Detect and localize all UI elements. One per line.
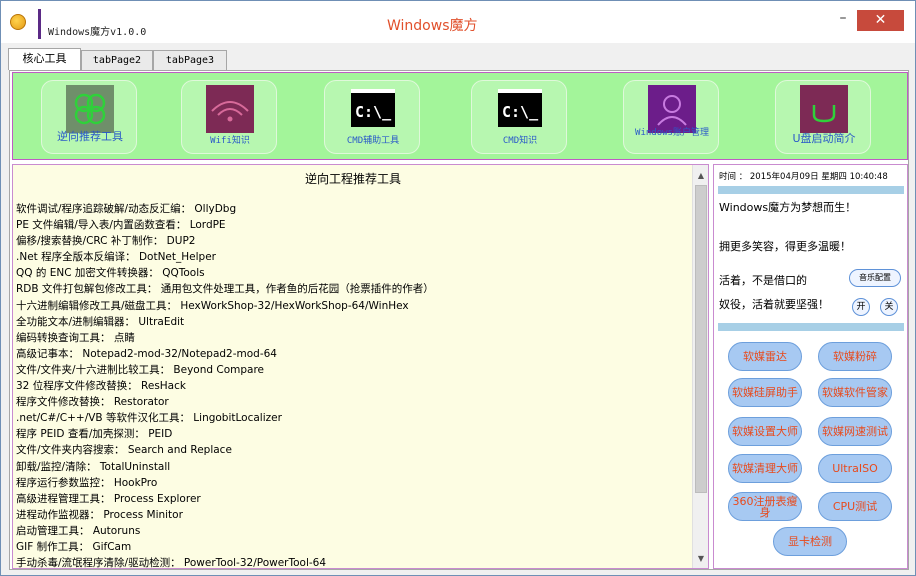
- svg-text:C:\_: C:\_: [355, 103, 392, 121]
- tool-recommendation-panel: 逆向工程推荐工具 软件调试/程序追踪破解/动态反汇编： OllyDbg PE 文件…: [12, 164, 709, 569]
- tool-label: 逆向推荐工具: [57, 130, 123, 143]
- app-center-title: Windows魔方: [387, 18, 478, 34]
- music-on-button[interactable]: 开: [852, 298, 870, 316]
- tool-list: 软件调试/程序追踪破解/动态反汇编： OllyDbg PE 文件编辑/导入表/内置…: [16, 201, 692, 569]
- ruanmei-screen-helper-button[interactable]: 软媒硅屏助手: [728, 378, 802, 407]
- list-item: RDB 文件打包解包修改工具： 通用包文件处理工具，作者鱼的后花园（抢票插件的作…: [16, 283, 434, 296]
- list-item: 高级进程管理工具： Process Explorer: [16, 492, 201, 505]
- clock-display: 时间 ： 2015年04月09日 星期四 10:40:48: [719, 172, 888, 182]
- app-window: Windows魔方v1.0.0 Windows魔方 – ✕ 核心工具 tabPa…: [0, 0, 916, 576]
- motto-line: 活着，不是借口的: [719, 274, 807, 287]
- list-item: 偏移/搜索替换/CRC 补丁制作： DUP2: [16, 235, 196, 248]
- cmd-icon: C:\_: [498, 89, 542, 127]
- side-panel: 时间 ： 2015年04月09日 星期四 10:40:48 Windows魔方为…: [713, 164, 908, 569]
- tab-page2[interactable]: tabPage2: [81, 50, 153, 70]
- title-separator: [38, 9, 41, 39]
- ultraiso-button[interactable]: UltraISO: [818, 454, 892, 483]
- motto-line: 拥更多笑容，得更多温暖！: [719, 240, 851, 253]
- tool-windows-account-button[interactable]: Windows账户管理: [623, 80, 719, 154]
- list-item: 全功能文本/进制编辑器： UltraEdit: [16, 315, 185, 328]
- motto-line: 奴役，活着就要坚强！: [719, 298, 829, 311]
- ruanmei-cleaner-button[interactable]: 软媒清理大师: [728, 454, 802, 483]
- ruanmei-radar-button[interactable]: 软媒雷达: [728, 342, 802, 371]
- ruanmei-shred-button[interactable]: 软媒粉碎: [818, 342, 892, 371]
- list-item: 启动管理工具： Autoruns: [16, 524, 141, 537]
- tool-bar: 逆向推荐工具 Wifi知识 C:\_ CMD辅助工具 C:\_ CMD知识 Wi…: [12, 72, 908, 160]
- tool-cmd-helper-button[interactable]: C:\_ CMD辅助工具: [324, 80, 420, 154]
- ruanmei-settings-master-button[interactable]: 软媒设置大师: [728, 417, 802, 446]
- tool-label: U盘启动简介: [792, 132, 856, 145]
- list-item: 程序 PEID 查看/加壳探测： PEID: [16, 428, 173, 441]
- vertical-scrollbar[interactable]: ▲ ▼: [692, 165, 708, 568]
- content-title: 逆向工程推荐工具: [304, 172, 401, 186]
- scroll-up-arrow-icon[interactable]: ▲: [693, 168, 708, 184]
- wifi-icon: [206, 85, 254, 133]
- music-off-button[interactable]: 关: [880, 298, 898, 316]
- ruanmei-speed-test-button[interactable]: 软媒网速测试: [818, 417, 892, 446]
- scroll-thumb[interactable]: [695, 185, 707, 493]
- list-item: 编码转换查询工具： 点睛: [16, 331, 135, 344]
- list-item: .net/C#/C++/VB 等软件汉化工具： LingobitLocalize…: [16, 412, 282, 425]
- divider-bar: [718, 323, 904, 331]
- scroll-down-arrow-icon[interactable]: ▼: [693, 551, 708, 567]
- list-item: QQ 的 ENC 加密文件转换器： QQTools: [16, 267, 205, 280]
- music-config-button[interactable]: 音乐配置: [849, 269, 901, 287]
- list-item: 文件/文件夹内容搜索： Search and Replace: [16, 444, 232, 457]
- list-item: 程序运行参数监控： HookPro: [16, 476, 158, 489]
- list-item: GIF 制作工具： GifCam: [16, 540, 132, 553]
- user-icon: [648, 85, 696, 133]
- ruanmei-software-manager-button[interactable]: 软媒软件管家: [818, 378, 892, 407]
- gpu-check-button[interactable]: 显卡检测: [773, 527, 847, 556]
- list-item: 程序文件修改替换： Restorator: [16, 396, 169, 409]
- title-bar[interactable]: Windows魔方v1.0.0 Windows魔方 – ✕: [1, 1, 915, 43]
- list-item: 32 位程序文件修改替换： ResHack: [16, 380, 186, 393]
- tool-wifi-button[interactable]: Wifi知识: [181, 80, 277, 154]
- close-button[interactable]: ✕: [857, 10, 904, 31]
- app-logo-icon: [10, 14, 26, 30]
- usb-icon: [800, 85, 848, 133]
- list-item: 软件调试/程序追踪破解/动态反汇编： OllyDbg: [16, 203, 237, 215]
- window-title: Windows魔方v1.0.0: [48, 27, 147, 38]
- tool-label: Wifi知识: [210, 136, 250, 146]
- divider-bar: [718, 186, 904, 194]
- tool-label: CMD辅助工具: [346, 136, 400, 146]
- tab-core-tools[interactable]: 核心工具: [8, 48, 81, 70]
- cpu-test-button[interactable]: CPU测试: [818, 492, 892, 521]
- tool-usb-boot-button[interactable]: U盘启动简介: [775, 80, 871, 154]
- list-item: 十六进制编辑修改工具/磁盘工具： HexWorkShop-32/HexWorkS…: [16, 299, 409, 312]
- tool-label: CMD知识: [502, 136, 538, 146]
- tool-reverse-tools-button[interactable]: 逆向推荐工具: [41, 80, 137, 154]
- minimize-button[interactable]: –: [830, 10, 856, 30]
- tab-page3[interactable]: tabPage3: [153, 50, 227, 70]
- list-item: 高级记事本： Notepad2-mod-32/Notepad2-mod-64: [16, 347, 277, 360]
- motto-line: Windows魔方为梦想而生！: [719, 201, 857, 214]
- svg-text:C:\_: C:\_: [502, 103, 539, 121]
- list-item: .Net 程序全版本反编译： DotNet_Helper: [16, 251, 216, 264]
- list-item: 卸载/监控/清除： TotalUninstall: [16, 460, 171, 473]
- tool-cmd-knowledge-button[interactable]: C:\_ CMD知识: [471, 80, 567, 154]
- list-item: 手动杀毒/流氓程序清除/驱动检测： PowerTool-32/PowerTool…: [16, 557, 327, 569]
- list-item: PE 文件编辑/导入表/内置函数查看： LordPE: [16, 219, 226, 232]
- registry-slim-button[interactable]: 360注册表瘦身: [728, 492, 802, 521]
- tool-label: Windows账户管理: [635, 128, 709, 138]
- cmd-icon: C:\_: [351, 89, 395, 127]
- list-item: 文件/文件夹/十六进制比较工具： Beyond Compare: [16, 363, 265, 376]
- clover-icon: [66, 85, 114, 133]
- list-item: 进程动作监视器： Process Minitor: [16, 508, 183, 521]
